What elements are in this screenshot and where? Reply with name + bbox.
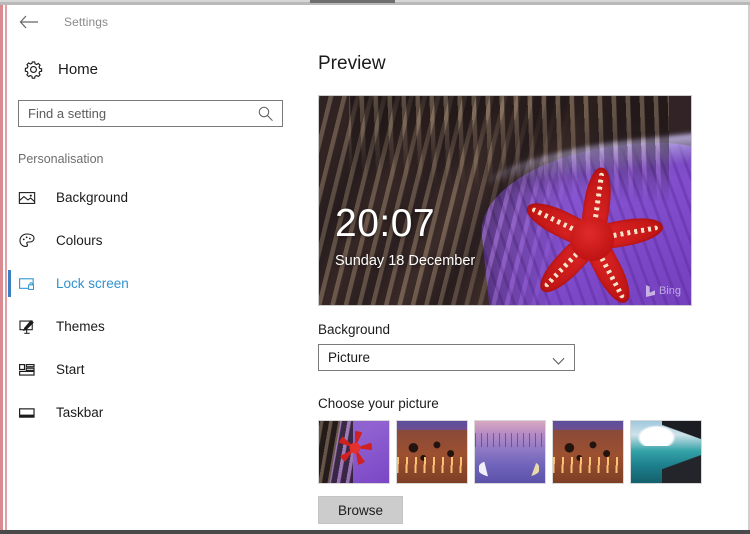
sidebar-label-colours: Colours	[56, 233, 103, 248]
thumbnail-starfish-anemone[interactable]	[318, 420, 390, 484]
sidebar-label-start: Start	[56, 362, 85, 377]
search-box[interactable]	[18, 100, 283, 127]
chevron-down-icon	[552, 353, 565, 371]
thumbnail-purple-winter-river[interactable]	[474, 420, 546, 484]
sidebar-item-colours[interactable]: Colours	[8, 219, 304, 262]
sidebar-label-background: Background	[56, 190, 129, 205]
window-title: Settings	[64, 15, 109, 29]
themes-brush-icon	[18, 318, 44, 336]
sidebar-item-start[interactable]: Start	[8, 348, 304, 391]
background-dropdown-value: Picture	[328, 350, 371, 365]
lock-screen-preview: 20:07 Sunday 18 December Bing	[318, 95, 692, 306]
window-bottom-border	[0, 530, 750, 534]
sidebar: Home Personalisation	[8, 44, 304, 526]
sidebar-home-label: Home	[58, 60, 99, 78]
clock-time: 20:07	[335, 202, 436, 245]
back-button[interactable]	[8, 7, 50, 37]
window-left-border	[0, 5, 3, 530]
background-dropdown[interactable]: Picture	[318, 344, 575, 371]
start-tiles-icon	[18, 361, 44, 379]
choose-picture-label: Choose your picture	[318, 396, 439, 411]
thumbnail-cliff-dwelling-lights-2[interactable]	[552, 420, 624, 484]
thumbnail-cliff-dwelling-lights[interactable]	[396, 420, 468, 484]
search-input[interactable]	[19, 101, 244, 126]
sidebar-label-taskbar: Taskbar	[56, 405, 104, 420]
picture-thumbnail-list	[318, 420, 748, 484]
window-left-border-inner	[5, 5, 7, 530]
settings-window: Settings Home Personalisation	[0, 0, 750, 534]
lock-screen-clock: 20:07 Sunday 18 December	[335, 204, 475, 269]
picture-icon	[18, 189, 44, 207]
bing-logo-icon	[645, 285, 655, 297]
gear-icon	[18, 60, 48, 79]
sidebar-nav-list: Background Colours Lock screen Themes St…	[8, 176, 304, 434]
content-pane: Preview 20:07 Sunday 18 December Bing Ba…	[310, 44, 748, 530]
title-bar: Settings	[8, 6, 748, 38]
palette-icon	[18, 232, 44, 250]
sidebar-item-lock-screen[interactable]: Lock screen	[8, 262, 304, 305]
sidebar-label-themes: Themes	[56, 319, 105, 334]
sidebar-item-home[interactable]: Home	[18, 52, 304, 86]
preview-starfish	[502, 148, 683, 305]
search-icon[interactable]	[257, 105, 274, 127]
page-title: Preview	[318, 53, 386, 74]
taskbar-icon	[18, 404, 44, 422]
thumbnail-turquoise-ice-water[interactable]	[630, 420, 702, 484]
background-label: Background	[318, 322, 391, 337]
clock-date: Sunday 18 December	[335, 253, 476, 269]
lock-screen-icon	[18, 275, 44, 293]
sidebar-item-taskbar[interactable]: Taskbar	[8, 391, 304, 434]
window-top-dark-segment	[310, 0, 395, 3]
bing-watermark-label: Bing	[658, 285, 681, 297]
bing-watermark: Bing	[645, 285, 681, 297]
sidebar-label-lock-screen: Lock screen	[56, 276, 129, 291]
back-arrow-icon	[19, 15, 38, 29]
sidebar-section-label: Personalisation	[18, 152, 104, 166]
sidebar-item-background[interactable]: Background	[8, 176, 304, 219]
sidebar-item-themes[interactable]: Themes	[8, 305, 304, 348]
browse-button[interactable]: Browse	[318, 496, 403, 524]
